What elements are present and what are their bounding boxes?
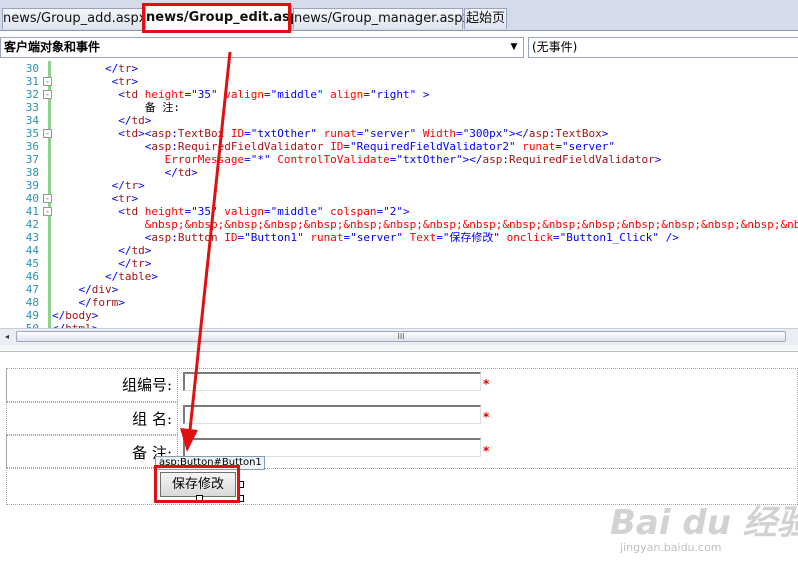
annotation-arrow [180,51,232,452]
watermark-logo: Bai du 经验 [610,503,798,543]
baidu-jingyan-watermark: Bai du 经验 jingyan.baidu.com [610,495,798,565]
arrow-head [180,428,198,452]
watermark-url: jingyan.baidu.com [620,541,722,554]
arrow-line [188,51,232,431]
